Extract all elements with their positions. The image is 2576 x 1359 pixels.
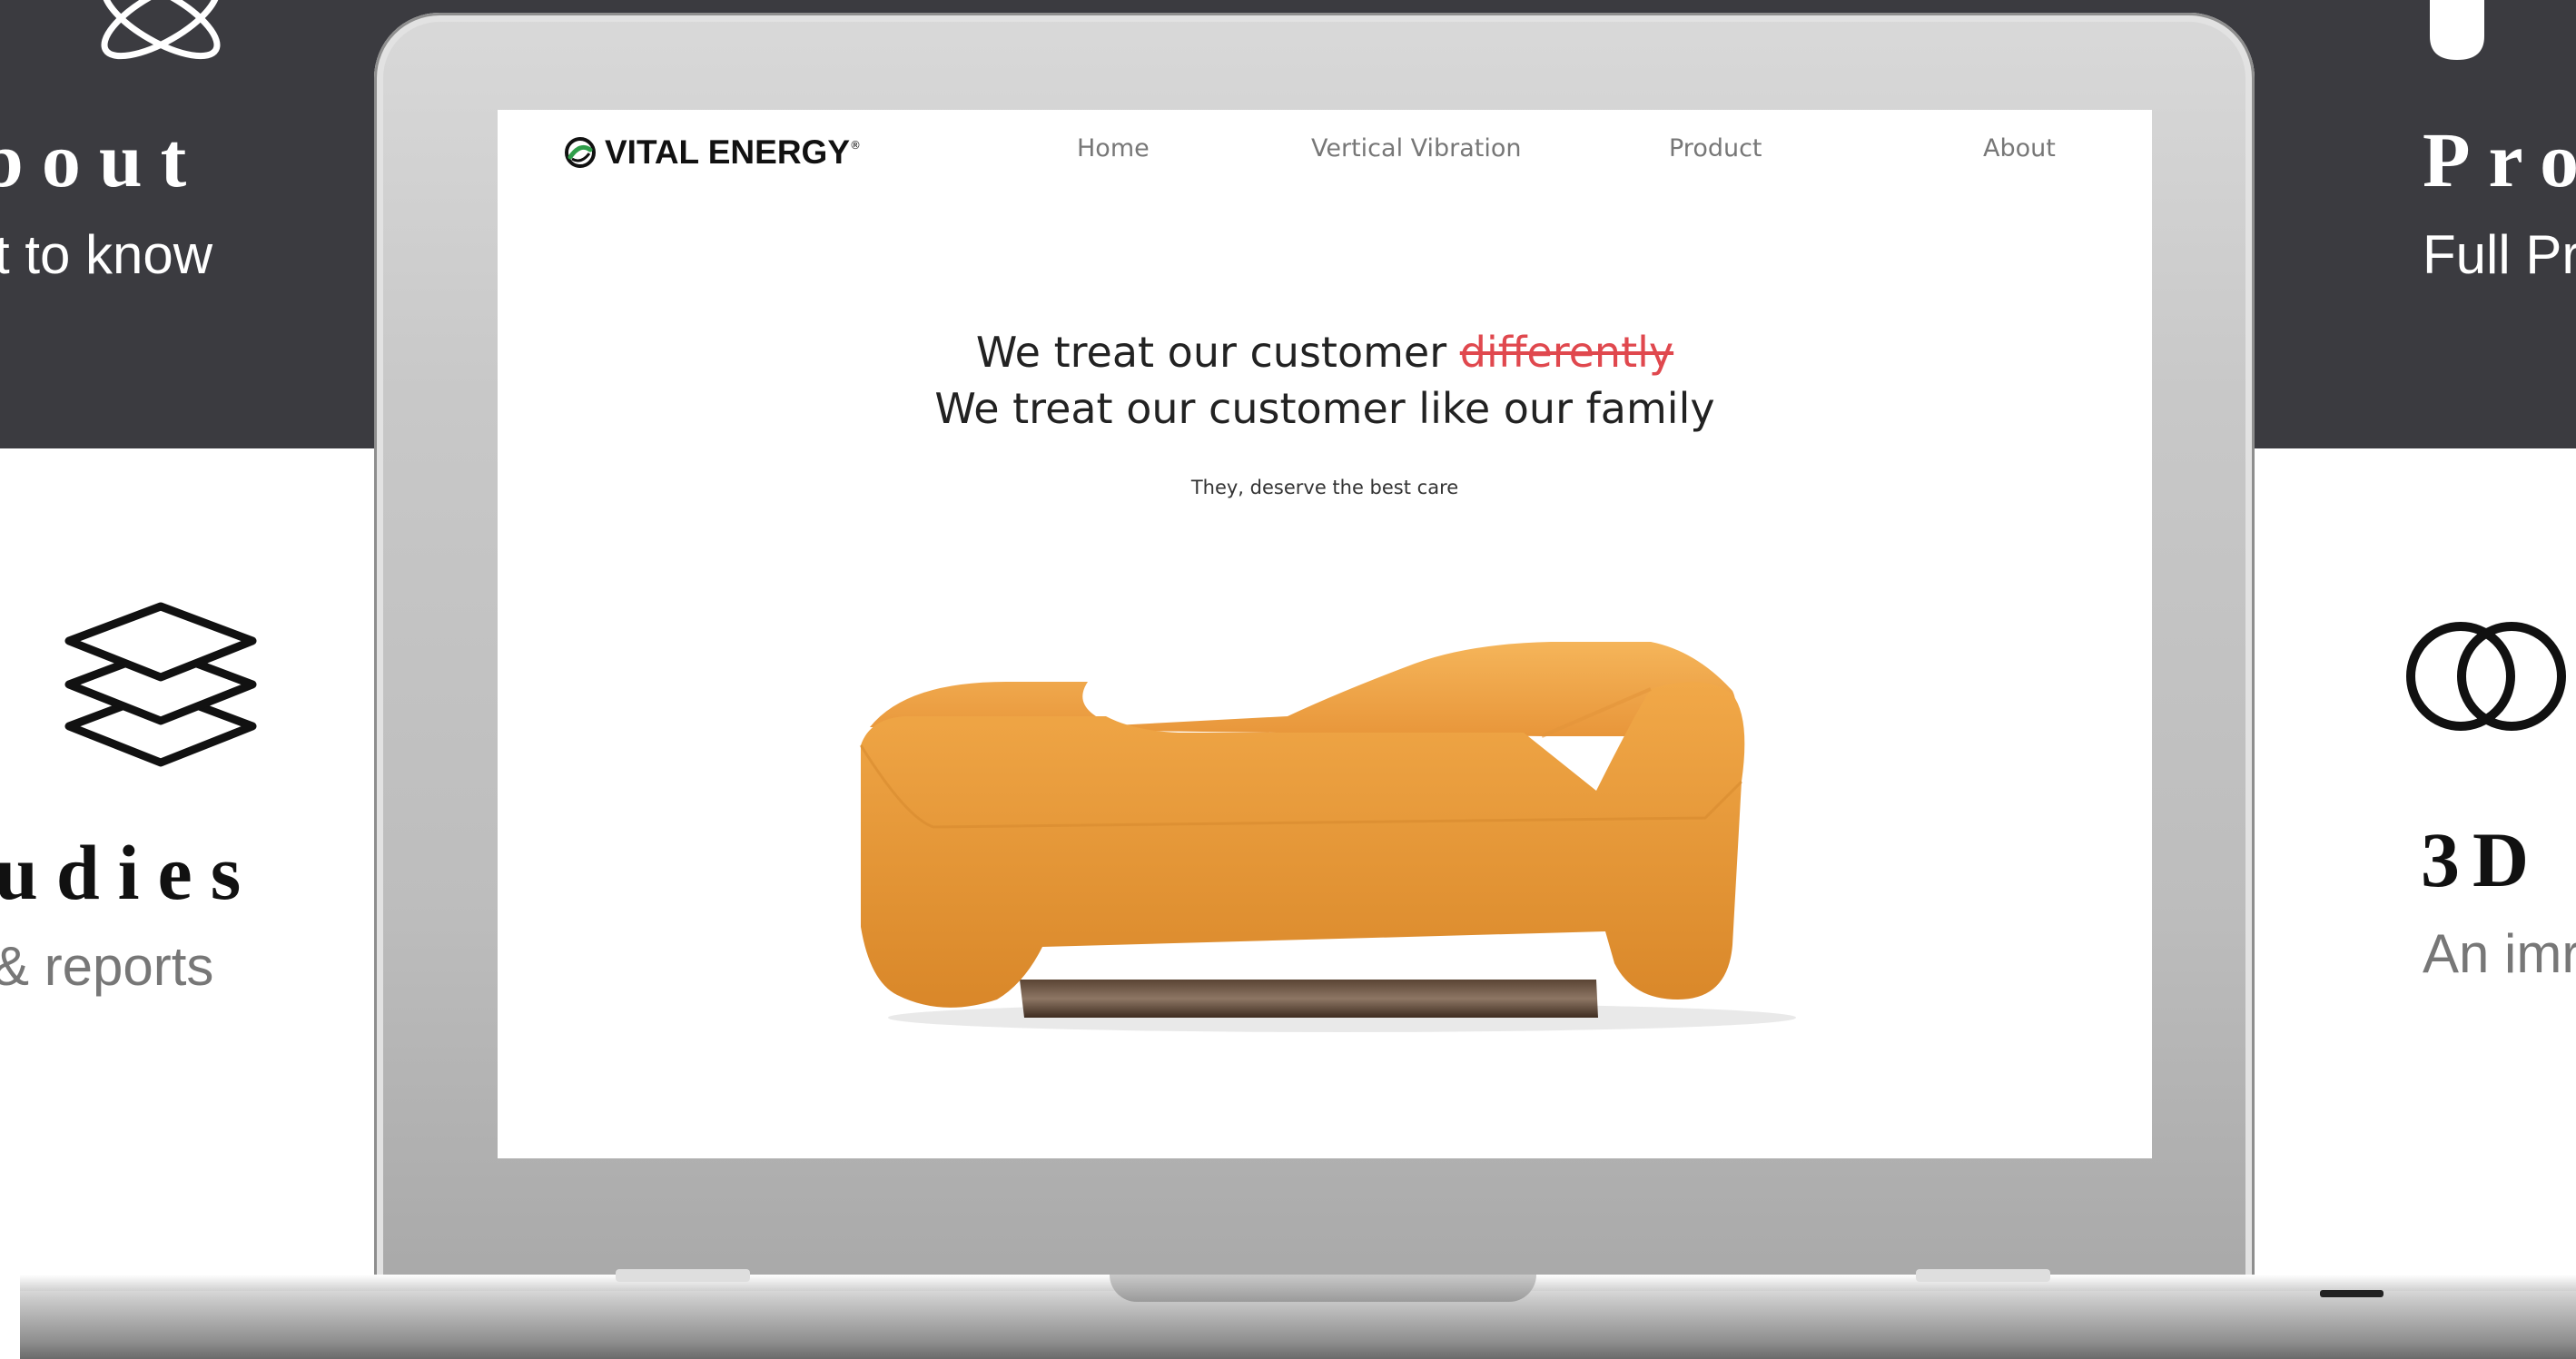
threed-title: 3D — [2421, 816, 2542, 903]
hero-line-1-text: We treat our customer — [975, 328, 1460, 377]
about-title: bout — [0, 116, 205, 203]
laptop-screen: VITAL ENERGY ® Home Vertical Vibration P… — [498, 110, 2152, 1158]
laptop-hinge-right — [1916, 1269, 2050, 1282]
about-subtitle: t to know — [0, 224, 213, 285]
swirl-logo-icon — [565, 137, 596, 168]
studies-title: udies — [0, 829, 260, 916]
hero-line-1: We treat our customer differently — [498, 328, 2152, 377]
nav-home[interactable]: Home — [1077, 134, 1150, 162]
logo-text: VITAL ENERGY — [605, 133, 851, 171]
bulb-icon — [2428, 0, 2486, 64]
product-title: Pro — [2423, 116, 2576, 203]
nav-about[interactable]: About — [1983, 134, 2056, 162]
laptop-indicator — [2320, 1290, 2384, 1297]
threed-subtitle: An imr — [2423, 923, 2576, 984]
nav-vertical-vibration[interactable]: Vertical Vibration — [1311, 134, 1522, 162]
atom-icon — [84, 0, 238, 73]
laptop-hinge-left — [616, 1269, 750, 1282]
hero-line-2: We treat our customer like our family — [934, 384, 1715, 433]
layers-icon — [60, 594, 262, 772]
product-image-sofa — [834, 618, 1823, 1039]
registered-mark: ® — [850, 139, 862, 152]
laptop-notch — [1110, 1275, 1536, 1302]
hero-struck-word: differently — [1459, 328, 1674, 377]
site-logo[interactable]: VITAL ENERGY ® — [563, 133, 861, 172]
toggle-icon — [2404, 620, 2576, 733]
studies-subtitle: & reports — [0, 936, 214, 997]
product-subtitle: Full Pr — [2423, 224, 2576, 285]
hero-subtitle: They, deserve the best care — [1190, 477, 1459, 498]
nav-product[interactable]: Product — [1669, 134, 1762, 162]
